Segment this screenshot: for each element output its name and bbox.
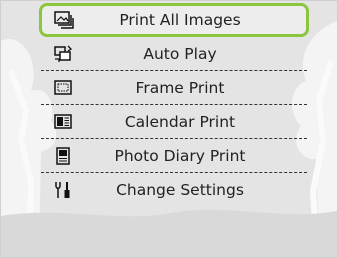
menu-item-frame-print[interactable]: Frame Print (41, 71, 307, 105)
print-all-images-icon (52, 10, 76, 30)
menu-item-photo-diary-print[interactable]: Photo Diary Print (41, 139, 307, 173)
menu-item-calendar-print[interactable]: Calendar Print (41, 105, 307, 139)
menu-item-label: Change Settings (116, 181, 244, 199)
menu-item-label: Photo Diary Print (114, 146, 246, 165)
menu-item-print-all-images[interactable]: Print All Images (39, 3, 309, 37)
menu-item-label: Print All Images (119, 11, 241, 29)
auto-play-icon (51, 44, 75, 64)
menu-item-auto-play[interactable]: Auto Play (41, 37, 307, 71)
menu-item-label: Calendar Print (124, 112, 236, 131)
frame-print-icon (51, 78, 75, 98)
menu-item-change-settings[interactable]: Change Settings (41, 173, 307, 207)
main-menu: Print All Images Auto Play Frame Print C… (39, 3, 309, 207)
menu-item-label: Frame Print (135, 78, 225, 97)
printer-menu-screen: Print All Images Auto Play Frame Print C… (0, 0, 338, 258)
change-settings-icon (51, 180, 75, 200)
menu-item-label: Auto Play (143, 44, 217, 63)
photo-diary-print-icon (51, 146, 75, 166)
calendar-print-icon (51, 112, 75, 132)
